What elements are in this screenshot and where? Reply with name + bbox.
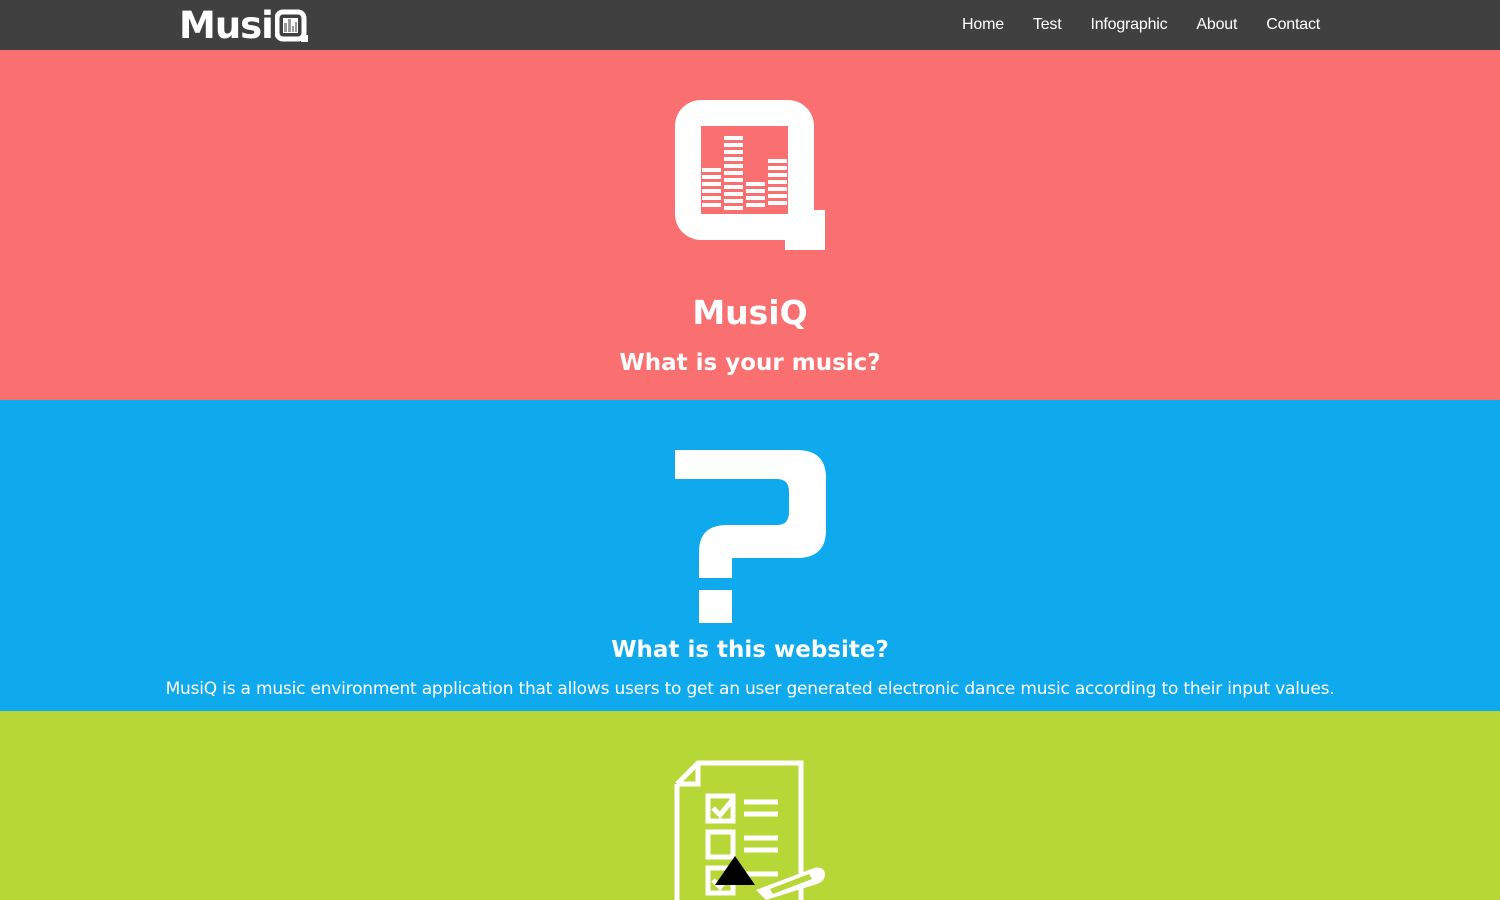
nav-menu: Home Test Infographic About Contact xyxy=(933,0,1320,50)
triangle-up-icon[interactable] xyxy=(714,854,756,886)
nav-home-link[interactable]: Home xyxy=(962,16,1004,34)
hero-subtitle: What is your music? xyxy=(619,350,881,376)
about-title: What is this website? xyxy=(611,637,889,663)
hero-section: MusiQ What is your music? xyxy=(0,50,1500,400)
brand-logo[interactable]: Musi xyxy=(179,6,309,46)
hero-title: MusiQ xyxy=(692,293,808,332)
about-description: MusiQ is a music environment application… xyxy=(165,679,1335,699)
about-section: What is this website? MusiQ is a music e… xyxy=(0,400,1500,711)
top-navbar: Musi Home Test Infographic About Contact xyxy=(0,0,1500,50)
nav-about-link[interactable]: About xyxy=(1196,16,1237,34)
nav-contact-link[interactable]: Contact xyxy=(1266,16,1320,34)
question-mark-icon xyxy=(675,450,826,623)
nav-infographic-link[interactable]: Infographic xyxy=(1090,16,1167,34)
musiq-equalizer-logo-icon xyxy=(675,100,825,250)
brand-q-icon xyxy=(274,9,308,42)
nav-test-link[interactable]: Test xyxy=(1033,16,1062,34)
brand-text: Musi xyxy=(179,4,274,47)
